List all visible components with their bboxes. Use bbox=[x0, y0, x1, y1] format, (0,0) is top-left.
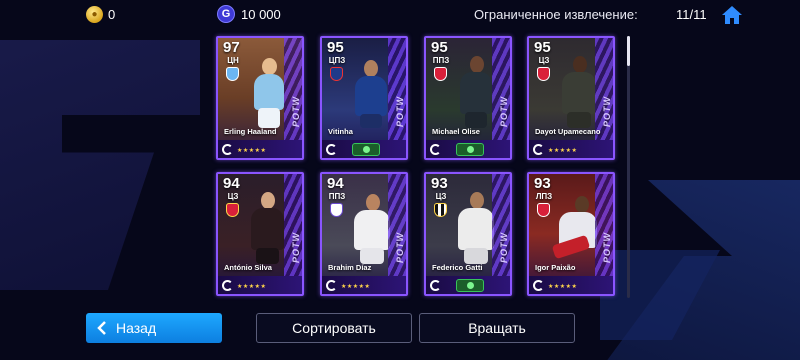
club-badge-icon bbox=[226, 67, 239, 81]
player-name: Igor Paixão bbox=[535, 263, 576, 272]
player-name: Vitinha bbox=[328, 127, 353, 136]
pack-icon bbox=[456, 143, 484, 156]
efootball-logo-icon bbox=[326, 280, 337, 291]
player-position: ЦН bbox=[227, 56, 239, 65]
pack-icon bbox=[456, 279, 484, 292]
efootball-logo-icon bbox=[533, 144, 544, 155]
player-name: Michael Olise bbox=[432, 127, 480, 136]
card-footer: ★★★★★ bbox=[322, 276, 406, 294]
card-footer bbox=[426, 140, 510, 158]
efootball-logo-icon bbox=[326, 144, 337, 155]
player-rating: 97 bbox=[223, 39, 240, 56]
efootball-logo-icon bbox=[222, 144, 233, 155]
club-badge-icon bbox=[537, 67, 550, 81]
rotate-button[interactable]: Вращать bbox=[419, 313, 575, 343]
chevron-left-icon bbox=[97, 321, 106, 335]
card-stars: ★★★★★ bbox=[341, 284, 371, 290]
player-rating: 93 bbox=[534, 175, 551, 192]
potw-label: POTW bbox=[291, 96, 301, 127]
card-footer bbox=[426, 276, 510, 294]
card-footer: ★★★★★ bbox=[218, 140, 302, 158]
player-name: Brahim Díaz bbox=[328, 263, 372, 272]
potw-label: POTW bbox=[291, 232, 301, 263]
card-stars: ★★★★★ bbox=[548, 284, 578, 290]
sort-button[interactable]: Сортировать bbox=[256, 313, 412, 343]
player-position: ЦПЗ bbox=[328, 56, 346, 65]
club-badge-icon bbox=[537, 203, 550, 217]
player-position: ППЗ bbox=[328, 192, 346, 201]
player-position: ЦЗ bbox=[435, 192, 447, 201]
pack-icon bbox=[352, 143, 380, 156]
potw-label: POTW bbox=[395, 96, 405, 127]
club-badge-icon bbox=[226, 203, 239, 217]
player-position: ЦЗ bbox=[538, 56, 550, 65]
player-name: Dayot Upamecano bbox=[535, 127, 601, 136]
player-card[interactable]: POTW 93 ЦЗ Federico Gatti bbox=[424, 172, 512, 296]
potw-label: POTW bbox=[395, 232, 405, 263]
player-rating: 94 bbox=[223, 175, 240, 192]
coin-balance: 0 bbox=[108, 7, 116, 22]
back-button-label: Назад bbox=[116, 320, 157, 336]
rotate-button-label: Вращать bbox=[468, 320, 526, 336]
limited-draw-count: 11/11 bbox=[676, 7, 707, 22]
card-footer: ★★★★★ bbox=[529, 276, 613, 294]
player-card[interactable]: POTW 97 ЦН Erling Haaland ★★★★★ bbox=[216, 36, 304, 160]
player-rating: 95 bbox=[534, 39, 551, 56]
player-rating: 93 bbox=[431, 175, 448, 192]
player-card[interactable]: POTW 95 ЦЗ Dayot Upamecano ★★★★★ bbox=[527, 36, 615, 160]
background-decoration-left bbox=[0, 40, 200, 290]
club-badge-icon bbox=[434, 203, 447, 217]
limited-draw-label: Ограниченное извлечение: bbox=[474, 7, 638, 22]
background-decoration-right bbox=[600, 180, 800, 360]
card-stars: ★★★★★ bbox=[548, 148, 578, 154]
player-name: Federico Gatti bbox=[432, 263, 483, 272]
card-stars: ★★★★★ bbox=[237, 148, 267, 154]
player-name: Erling Haaland bbox=[224, 127, 277, 136]
home-icon[interactable] bbox=[720, 4, 744, 26]
sort-button-label: Сортировать bbox=[292, 320, 376, 336]
scrollbar-thumb[interactable] bbox=[627, 36, 630, 66]
scrollbar-track[interactable] bbox=[627, 36, 630, 298]
player-card[interactable]: POTW 94 ЦЗ António Silva ★★★★★ bbox=[216, 172, 304, 296]
player-name: António Silva bbox=[224, 263, 272, 272]
card-footer bbox=[322, 140, 406, 158]
top-bar: ● 0 G 10 000 Ограниченное извлечение: 11… bbox=[0, 0, 800, 30]
player-rating: 95 bbox=[431, 39, 448, 56]
efootball-logo-icon bbox=[533, 280, 544, 291]
potw-label: POTW bbox=[602, 96, 612, 127]
efootball-logo-icon bbox=[430, 144, 441, 155]
potw-label: POTW bbox=[499, 232, 509, 263]
player-rating: 95 bbox=[327, 39, 344, 56]
player-card[interactable]: POTW 95 ППЗ Michael Olise bbox=[424, 36, 512, 160]
efootball-logo-icon bbox=[430, 280, 441, 291]
potw-label: POTW bbox=[499, 96, 509, 127]
player-position: ППЗ bbox=[432, 56, 450, 65]
player-card[interactable]: POTW 95 ЦПЗ Vitinha bbox=[320, 36, 408, 160]
club-badge-icon bbox=[330, 203, 343, 217]
card-stars: ★★★★★ bbox=[237, 284, 267, 290]
coin-icon: ● bbox=[86, 6, 103, 23]
background-decoration-right-small bbox=[600, 250, 720, 340]
card-footer: ★★★★★ bbox=[529, 140, 613, 158]
player-card[interactable]: POTW 93 ЛПЗ Igor Paixão ★★★★★ bbox=[527, 172, 615, 296]
efootball-logo-icon bbox=[222, 280, 233, 291]
club-badge-icon bbox=[434, 67, 447, 81]
potw-label: POTW bbox=[602, 232, 612, 263]
gp-balance: 10 000 bbox=[241, 7, 281, 22]
player-rating: 94 bbox=[327, 175, 344, 192]
player-card[interactable]: POTW 94 ППЗ Brahim Díaz ★★★★★ bbox=[320, 172, 408, 296]
card-footer: ★★★★★ bbox=[218, 276, 302, 294]
player-position: ЦЗ bbox=[227, 192, 239, 201]
club-badge-icon bbox=[330, 67, 343, 81]
gp-icon: G bbox=[217, 5, 235, 23]
player-position: ЛПЗ bbox=[535, 192, 553, 201]
back-button[interactable]: Назад bbox=[86, 313, 222, 343]
